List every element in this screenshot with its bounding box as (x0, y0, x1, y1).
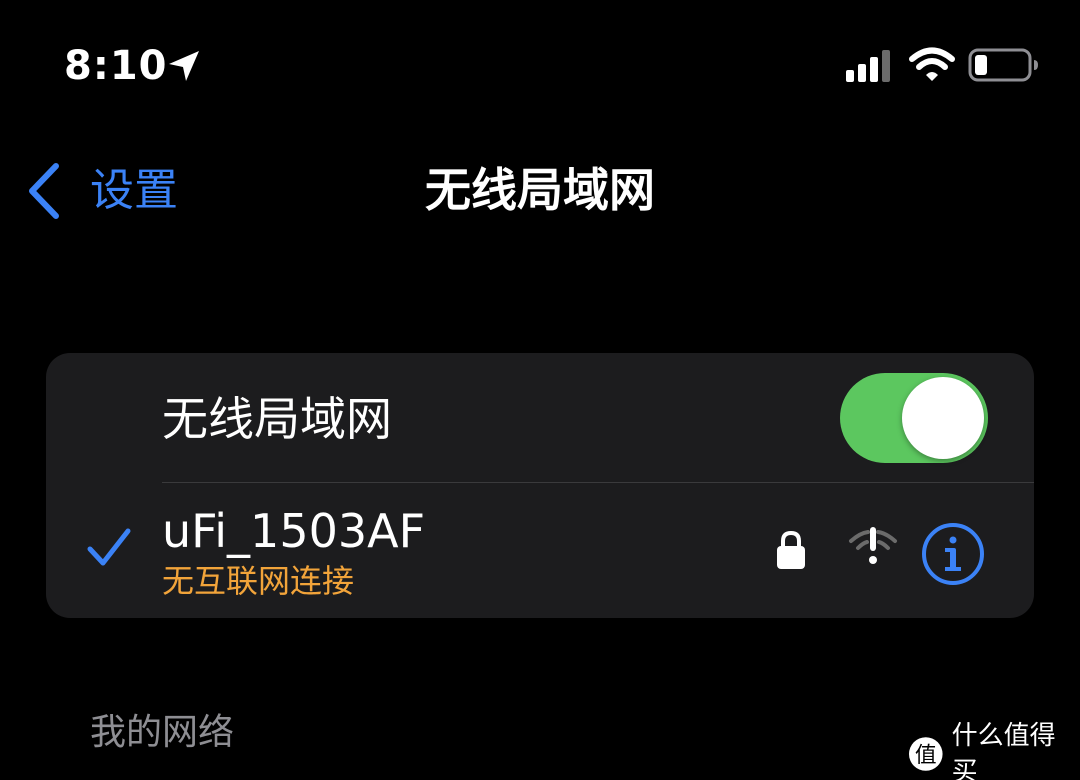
wifi-no-internet-icon (849, 527, 897, 564)
wifi-settings-card: 无线局域网 uFi_1503AF 无互联网连接 (46, 353, 1034, 618)
wifi-settings-screen: 8:10 设置 无线局域网 无线局域网 uFi_1503AF 无互联网连接 我的… (0, 0, 1080, 780)
info-icon[interactable] (920, 521, 986, 587)
toggle-knob (902, 377, 984, 459)
watermark-text: 什么值得买 (951, 721, 1056, 780)
watermark-logo-char: 值 (915, 743, 937, 768)
wifi-icon (909, 47, 955, 81)
lock-icon (777, 530, 805, 569)
location-arrow-icon (169, 51, 199, 81)
wifi-toggle-switch[interactable] (840, 373, 988, 463)
wifi-toggle-label: 无线局域网 (162, 392, 392, 446)
my-networks-header: 我的网络 (90, 712, 235, 753)
checkmark-icon (87, 528, 131, 566)
watermark-logo-icon: 值 (908, 737, 943, 771)
status-time: 8:10 (64, 43, 168, 89)
network-status: 无互联网连接 (162, 562, 355, 600)
page-title: 无线局域网 (425, 163, 655, 217)
battery-low-icon (968, 48, 1038, 82)
wifi-toggle-row: 无线局域网 (46, 353, 1034, 483)
cellular-signal-icon (846, 50, 890, 82)
current-network-row[interactable]: uFi_1503AF 无互联网连接 (46, 483, 1034, 618)
network-name: uFi_1503AF (162, 504, 426, 558)
watermark: 值 什么值得买 (908, 721, 1080, 780)
